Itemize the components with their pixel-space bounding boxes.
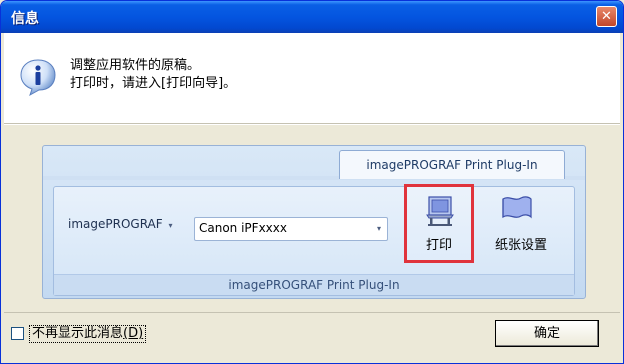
message-panel: 调整应用软件的原稿。 打印时，请进入[打印向导]。 bbox=[4, 33, 620, 124]
ribbon-panel: imagePROGRAF ▾ Canon iPFxxxx ▾ 打印 纸张设置 i… bbox=[53, 184, 575, 296]
print-button-label: 打印 bbox=[425, 238, 452, 253]
printer-label-text: imagePROGRAF bbox=[68, 217, 163, 231]
title-bar[interactable]: 信息 ✕ bbox=[1, 1, 623, 33]
message-line-2: 打印时，请进入[打印向导]。 bbox=[70, 76, 237, 91]
message-line-1: 调整应用软件的原稿。 bbox=[70, 58, 201, 73]
paper-settings-button: 纸张设置 bbox=[481, 184, 561, 263]
info-dialog: 信息 ✕ 调整应用软件的原稿。 打印时，请进入[打印向导]。 imagePROG… bbox=[0, 0, 624, 364]
footer-divider bbox=[4, 312, 620, 313]
divider bbox=[4, 124, 620, 125]
ok-button[interactable]: 确定 bbox=[495, 320, 599, 347]
print-button-highlight: 打印 bbox=[404, 184, 474, 263]
printer-combo-value: Canon iPFxxxx bbox=[199, 221, 287, 235]
close-button[interactable]: ✕ bbox=[596, 6, 617, 27]
printer-combo: Canon iPFxxxx ▾ bbox=[194, 217, 388, 241]
message-text: 调整应用软件的原稿。 打印时，请进入[打印向导]。 bbox=[70, 57, 236, 93]
dont-show-again-checkbox[interactable] bbox=[11, 327, 24, 340]
checkbox-shortcut: (D) bbox=[123, 326, 144, 341]
dont-show-again-label[interactable]: 不再显示此消息(D) bbox=[29, 325, 147, 343]
dropdown-caret-icon: ▾ bbox=[168, 221, 173, 230]
plugin-screenshot: imagePROGRAF Print Plug-In imagePROGRAF … bbox=[42, 145, 586, 299]
printer-icon bbox=[426, 196, 454, 226]
ribbon-group-caption: imagePROGRAF Print Plug-In bbox=[54, 274, 574, 295]
paper-settings-label: 纸张设置 bbox=[494, 238, 547, 253]
chevron-down-icon: ▾ bbox=[376, 224, 381, 233]
window-title: 信息 bbox=[11, 11, 39, 27]
info-icon bbox=[20, 59, 56, 97]
printer-label: imagePROGRAF ▾ bbox=[68, 217, 173, 231]
tab-print-plugin: imagePROGRAF Print Plug-In bbox=[339, 150, 565, 179]
paper-roll-icon bbox=[502, 196, 532, 219]
checkbox-label-text: 不再显示此消息 bbox=[32, 326, 124, 341]
